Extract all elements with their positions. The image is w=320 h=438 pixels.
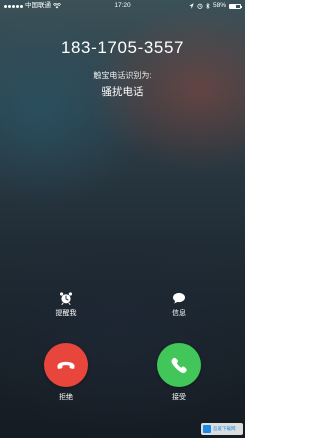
alarm-clock-icon bbox=[60, 292, 72, 305]
caller-tag: 骚扰电话 bbox=[101, 86, 144, 98]
phone-handset-icon bbox=[171, 357, 187, 373]
battery-percent: 58% bbox=[212, 2, 226, 9]
watermark-text: 吾爱下载网 bbox=[213, 426, 236, 431]
decline-button[interactable] bbox=[44, 343, 88, 387]
caller-id-source: 触宝电话识别为: bbox=[93, 71, 152, 80]
hang-up-icon bbox=[57, 361, 75, 369]
status-bar: 中国联通 17:20 58% bbox=[0, 0, 245, 12]
caller-phone-number: 183-1705-3557 bbox=[60, 38, 185, 57]
message-bubble-icon bbox=[173, 292, 185, 304]
remind-me-button[interactable]: 提醒我 bbox=[36, 291, 96, 318]
status-right: 58% bbox=[189, 0, 242, 12]
alarm-icon bbox=[197, 3, 203, 9]
watermark-icon bbox=[203, 425, 211, 433]
watermark-logo: 吾爱下载网 bbox=[201, 423, 243, 435]
message-button[interactable]: 信息 bbox=[149, 291, 209, 318]
remind-me-label: 提醒我 bbox=[55, 310, 77, 317]
accept-button[interactable] bbox=[157, 343, 201, 387]
battery-icon bbox=[229, 3, 242, 9]
accept-label: 接受 bbox=[172, 394, 186, 401]
incoming-call-screen: 中国联通 17:20 58% 183-1705-3557 触宝电话识别为: 骚扰… bbox=[0, 0, 245, 438]
bluetooth-icon bbox=[206, 3, 210, 9]
message-label: 信息 bbox=[172, 310, 186, 317]
decline-label: 拒绝 bbox=[59, 394, 73, 401]
location-icon bbox=[189, 3, 194, 9]
